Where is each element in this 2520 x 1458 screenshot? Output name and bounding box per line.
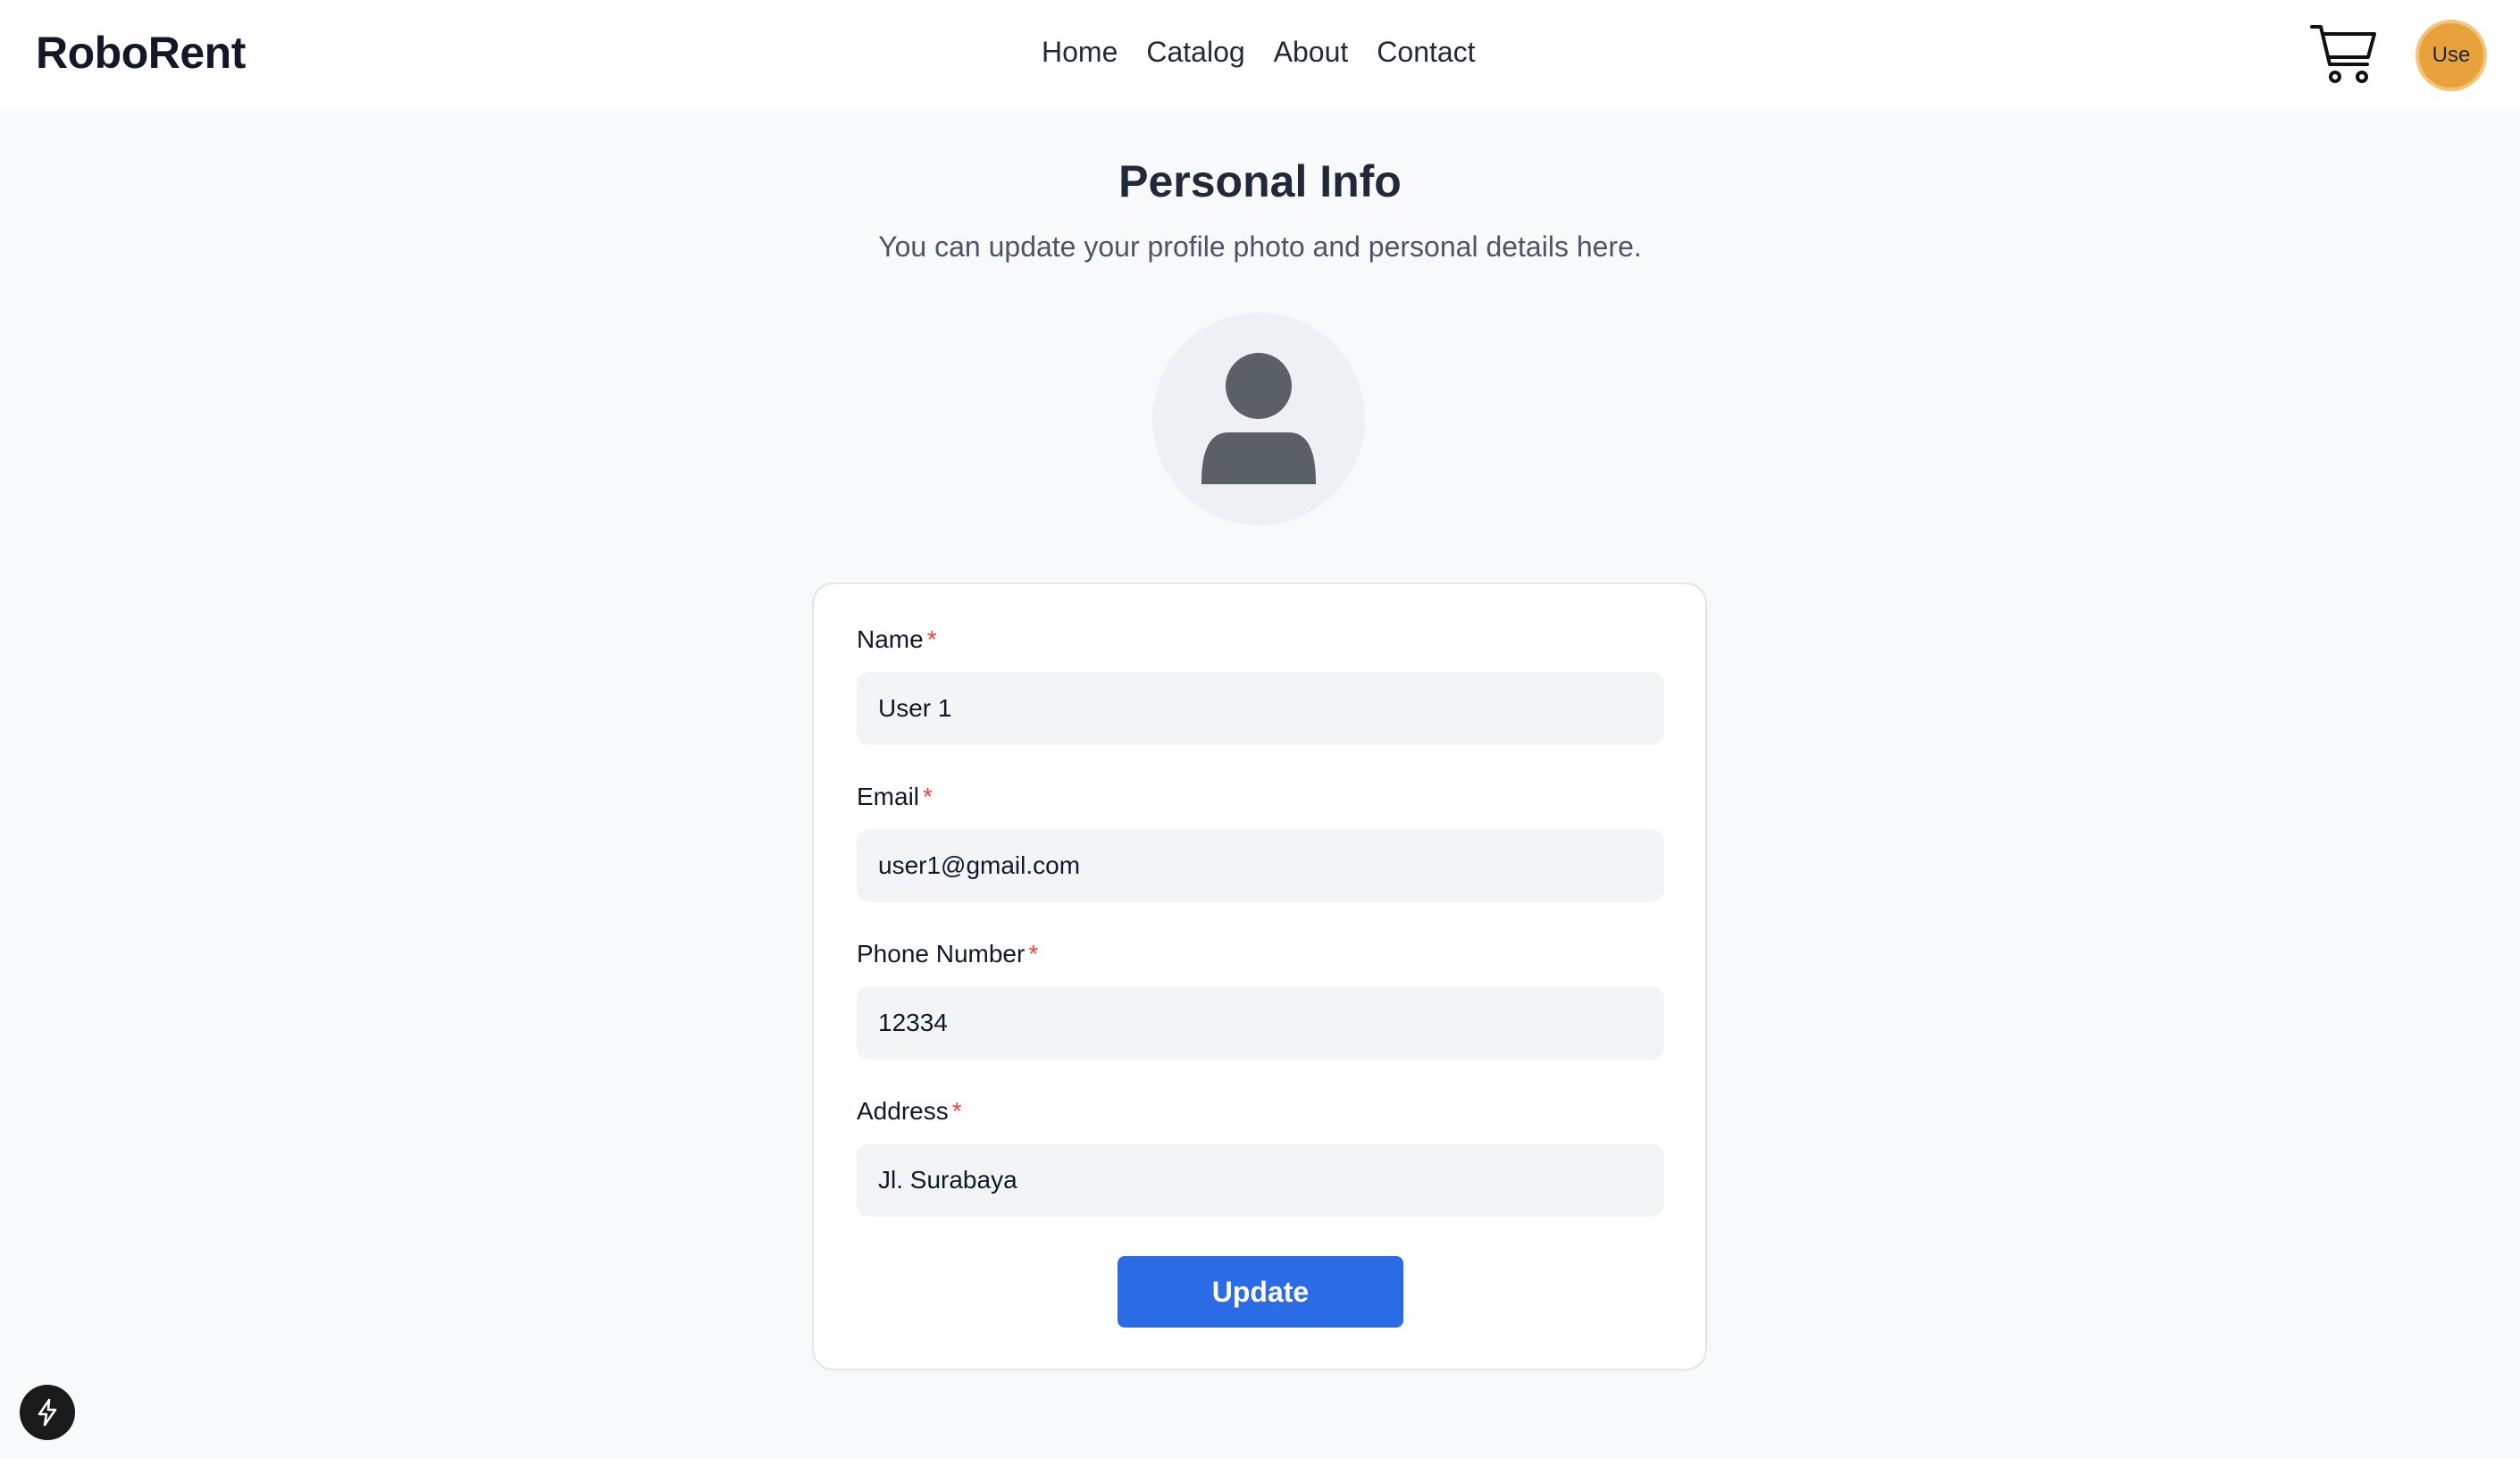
main-nav: Home Catalog About Contact xyxy=(1042,36,1476,69)
update-button[interactable]: Update xyxy=(1118,1256,1403,1328)
avatar-text: Use xyxy=(2432,43,2471,67)
nav-link-catalog[interactable]: Catalog xyxy=(1146,36,1244,69)
cart-icon xyxy=(2310,25,2376,83)
page-title: Personal Info xyxy=(1118,156,1402,206)
address-field[interactable] xyxy=(857,1144,1664,1217)
phone-label-text: Phone Number xyxy=(857,940,1026,968)
name-label: Name * xyxy=(857,625,937,654)
email-label-text: Email xyxy=(857,783,920,810)
email-label: Email * xyxy=(857,783,933,811)
nav-link-contact[interactable]: Contact xyxy=(1377,36,1475,69)
page-subtitle: You can update your profile photo and pe… xyxy=(878,230,1642,263)
navbar: RoboRent Home Catalog About Contact Use xyxy=(0,0,2520,111)
name-field[interactable] xyxy=(857,672,1664,745)
cart-button[interactable] xyxy=(2310,21,2378,86)
nav-link-home[interactable]: Home xyxy=(1042,36,1118,69)
lightning-icon xyxy=(38,1398,57,1427)
address-label: Address * xyxy=(857,1097,962,1126)
address-label-text: Address xyxy=(857,1097,949,1125)
required-marker: * xyxy=(923,783,933,810)
required-marker: * xyxy=(926,625,937,653)
user-placeholder-icon xyxy=(1201,353,1316,484)
devtools-button[interactable] xyxy=(20,1385,75,1440)
user-avatar-button[interactable]: Use xyxy=(2415,20,2487,91)
required-marker: * xyxy=(951,1097,962,1125)
email-field[interactable] xyxy=(857,829,1664,902)
phone-label: Phone Number * xyxy=(857,940,1038,968)
profile-photo[interactable] xyxy=(1152,313,1365,525)
brand-logo[interactable]: RoboRent xyxy=(36,27,246,79)
name-label-text: Name xyxy=(857,625,924,653)
required-marker: * xyxy=(1028,940,1039,968)
personal-info-form: Name* Email* Phone Number* Address* Upda… xyxy=(812,582,1707,1370)
phone-field[interactable] xyxy=(857,986,1664,1060)
nav-link-about[interactable]: About xyxy=(1274,36,1349,69)
